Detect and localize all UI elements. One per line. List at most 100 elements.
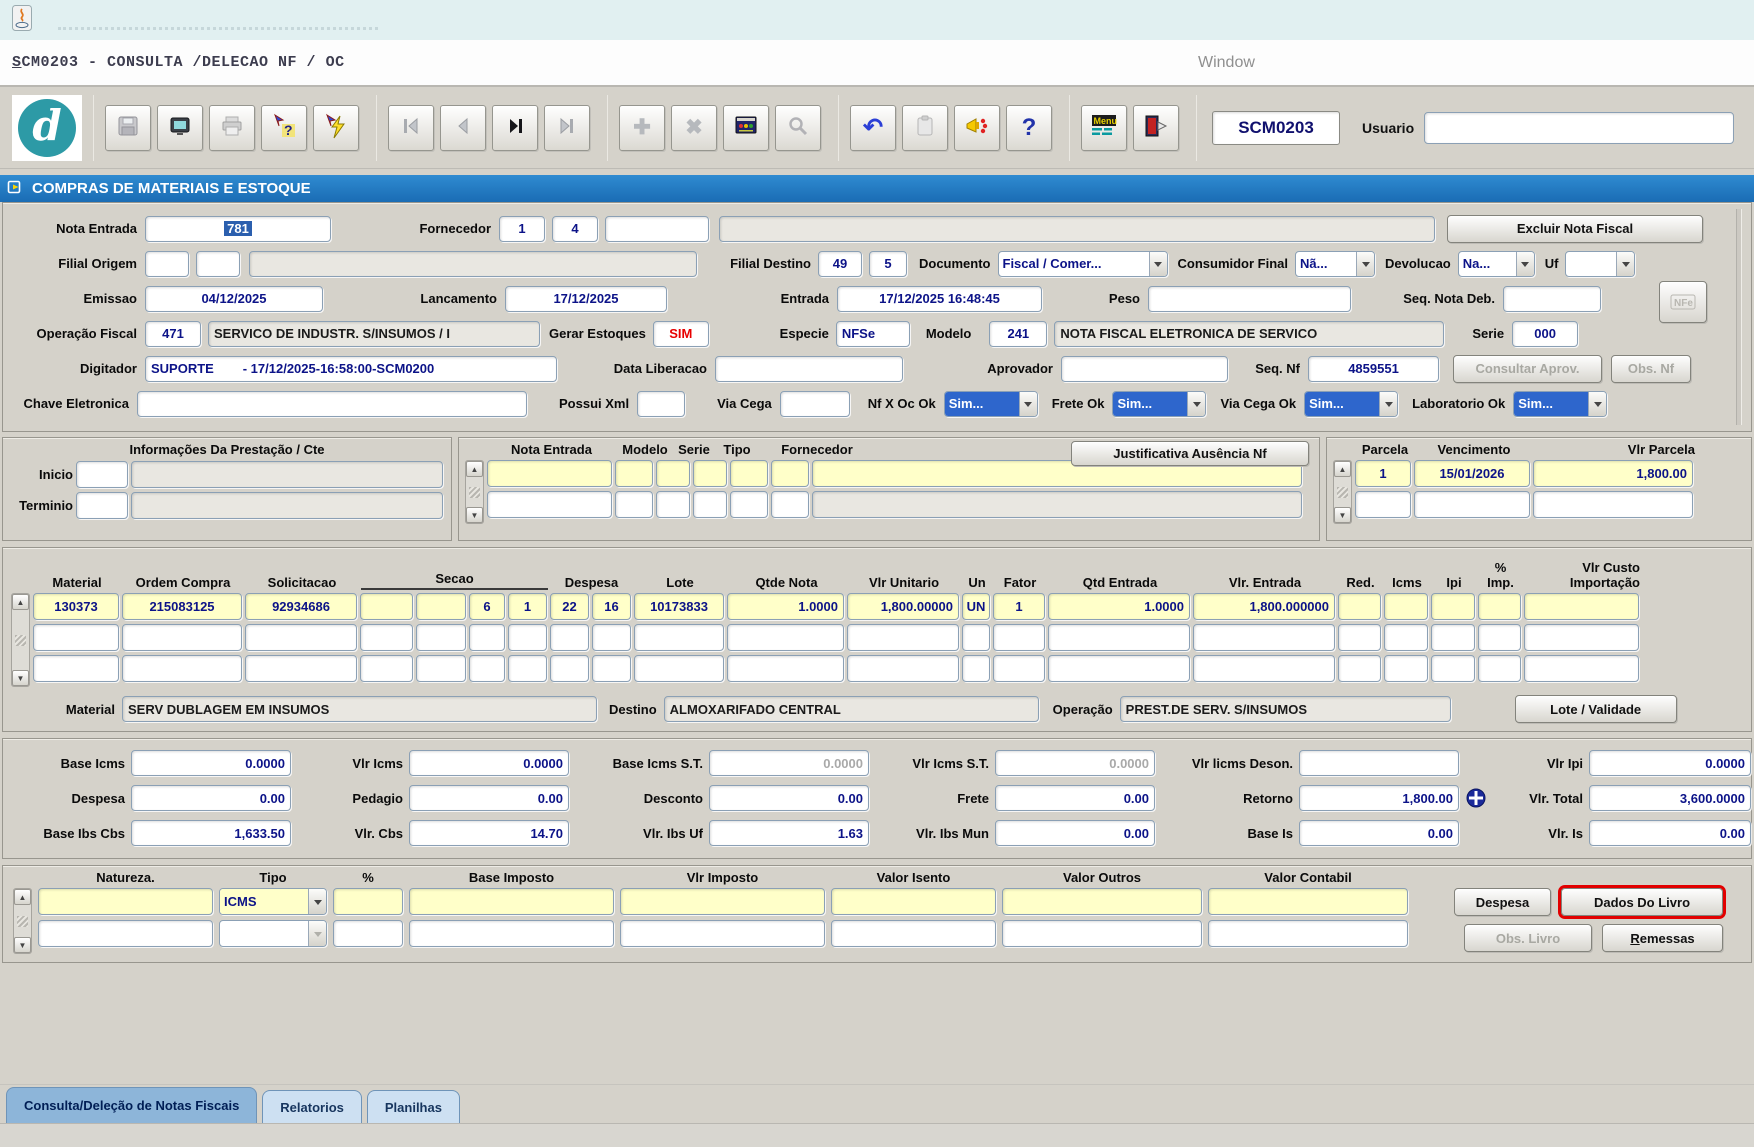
chevron-down-icon[interactable] xyxy=(1356,252,1374,276)
item-qtde-nota-cell[interactable]: 1.0000 xyxy=(727,593,844,620)
item-cell[interactable] xyxy=(508,655,547,682)
item-cell[interactable] xyxy=(1524,655,1639,682)
valor-outros-cell[interactable] xyxy=(1002,920,1202,947)
item-vlr-entrada-cell[interactable]: 1,800.000000 xyxy=(1193,593,1335,620)
exit-button[interactable] xyxy=(1133,105,1179,151)
item-cell[interactable] xyxy=(993,624,1045,651)
save-button[interactable] xyxy=(105,105,151,151)
item-cell[interactable] xyxy=(416,624,466,651)
nf-ref-nota-cell[interactable] xyxy=(487,491,612,518)
usuario-field[interactable] xyxy=(1424,112,1734,144)
via-cega-field[interactable] xyxy=(780,391,850,417)
item-cell[interactable] xyxy=(550,655,589,682)
fornecedor-name-field[interactable] xyxy=(719,216,1435,242)
add-record-button[interactable]: ✚ xyxy=(619,105,665,151)
digitador-field[interactable]: SUPORTE - 17/12/2025-16:58:00-SCM0200 xyxy=(145,356,557,382)
seq-nota-deb-field[interactable] xyxy=(1503,286,1601,312)
fornecedor-field-1[interactable]: 1 xyxy=(499,216,545,242)
nf-ref-forn2-cell[interactable] xyxy=(771,460,809,487)
item-cell[interactable] xyxy=(1193,655,1335,682)
devolucao-combo[interactable]: Na... xyxy=(1458,251,1535,277)
item-solicitacao-cell[interactable]: 92934686 xyxy=(245,593,357,620)
nf-ref-serie-cell[interactable] xyxy=(656,491,690,518)
retorno-plus-button[interactable] xyxy=(1459,787,1493,809)
valor-outros-cell[interactable] xyxy=(1002,888,1202,915)
vlr-ipi-field[interactable]: 0.0000 xyxy=(1589,750,1751,776)
item-cell[interactable] xyxy=(847,624,959,651)
item-cell[interactable] xyxy=(550,624,589,651)
nf-refs-scrollbar[interactable]: ▲▼ xyxy=(465,460,484,524)
base-icms-field[interactable]: 0.0000 xyxy=(131,750,291,776)
item-cell[interactable] xyxy=(1338,624,1381,651)
vlr-ibs-mun-field[interactable]: 0.00 xyxy=(995,820,1155,846)
base-imposto-cell[interactable] xyxy=(409,920,614,947)
nfe-button[interactable]: NFe xyxy=(1659,281,1707,323)
vlr-imposto-cell[interactable] xyxy=(620,920,825,947)
delete-record-button[interactable]: ✖ xyxy=(671,105,717,151)
item-cell[interactable] xyxy=(122,655,242,682)
modelo-code-field[interactable]: 241 xyxy=(989,321,1047,347)
laboratorio-ok-combo[interactable]: Sim... xyxy=(1513,391,1607,417)
vlr-parcela-cell[interactable]: 1,800.00 xyxy=(1533,460,1693,487)
nf-ref-forn1-cell[interactable] xyxy=(730,491,768,518)
via-cega-ok-combo[interactable]: Sim... xyxy=(1304,391,1398,417)
scroll-up-icon[interactable]: ▲ xyxy=(12,594,29,610)
justificativa-ausencia-button[interactable]: Justificativa Ausência Nf xyxy=(1071,441,1309,466)
print-button[interactable] xyxy=(209,105,255,151)
vlr-imposto-cell[interactable] xyxy=(620,888,825,915)
excluir-nota-fiscal-button[interactable]: Excluir Nota Fiscal xyxy=(1447,215,1703,243)
chevron-down-icon[interactable] xyxy=(1019,392,1037,416)
lote-validade-button[interactable]: Lote / Validade xyxy=(1515,695,1677,723)
nav-first-button[interactable] xyxy=(388,105,434,151)
item-secao4-cell[interactable]: 1 xyxy=(508,593,547,620)
vlr-icms-field[interactable]: 0.0000 xyxy=(409,750,569,776)
tab-relatorios[interactable]: Relatorios xyxy=(262,1090,362,1123)
percent-cell[interactable] xyxy=(333,920,403,947)
possui-xml-field[interactable] xyxy=(637,391,685,417)
vlr-parcela-cell[interactable] xyxy=(1533,491,1693,518)
inicio-field[interactable] xyxy=(76,461,128,488)
nf-ref-forn1-cell[interactable] xyxy=(730,460,768,487)
vlr-icms-deson-field[interactable] xyxy=(1299,750,1459,776)
tipo-combo[interactable] xyxy=(219,920,327,947)
gerar-estoques-field[interactable]: SIM xyxy=(653,321,709,347)
item-cell[interactable] xyxy=(360,624,413,651)
base-imposto-cell[interactable] xyxy=(409,888,614,915)
nav-prev-button[interactable] xyxy=(440,105,486,151)
retorno-field[interactable]: 1,800.00 xyxy=(1299,785,1459,811)
serie-field[interactable]: 000 xyxy=(1512,321,1578,347)
filial-origem-field-2[interactable] xyxy=(196,251,240,277)
nav-next-button[interactable] xyxy=(492,105,538,151)
filial-destino-field-2[interactable]: 5 xyxy=(869,251,907,277)
frete-field[interactable]: 0.00 xyxy=(995,785,1155,811)
run-button[interactable] xyxy=(313,105,359,151)
consumidor-final-combo[interactable]: Nã... xyxy=(1295,251,1375,277)
item-cell[interactable] xyxy=(634,624,724,651)
item-cell[interactable] xyxy=(469,655,505,682)
nota-entrada-field[interactable]: 781 xyxy=(145,216,331,242)
item-cell[interactable] xyxy=(33,624,119,651)
item-cell[interactable] xyxy=(416,655,466,682)
despesa-field[interactable]: 0.00 xyxy=(131,785,291,811)
tipo-combo[interactable]: ICMS xyxy=(219,888,327,915)
item-cell[interactable] xyxy=(508,624,547,651)
entrada-field[interactable]: 17/12/2025 16:48:45 xyxy=(837,286,1042,312)
vlr-cbs-field[interactable]: 14.70 xyxy=(409,820,569,846)
item-cell[interactable] xyxy=(592,624,631,651)
item-vlr-unitario-cell[interactable]: 1,800.00000 xyxy=(847,593,959,620)
menu-button[interactable]: Menu xyxy=(1081,105,1127,151)
item-cell[interactable] xyxy=(727,655,844,682)
scroll-down-icon[interactable]: ▼ xyxy=(14,937,31,953)
item-cell[interactable] xyxy=(1384,624,1428,651)
terminio-field[interactable] xyxy=(76,492,128,519)
item-cell[interactable] xyxy=(634,655,724,682)
item-custo-cell[interactable] xyxy=(1524,593,1639,620)
base-icms-st-field[interactable]: 0.0000 xyxy=(709,750,869,776)
scroll-down-icon[interactable]: ▼ xyxy=(1334,507,1351,523)
help-button[interactable]: ? xyxy=(1006,105,1052,151)
item-cell[interactable] xyxy=(1338,655,1381,682)
window-menu[interactable]: Window xyxy=(1198,54,1255,72)
search-button[interactable] xyxy=(775,105,821,151)
vlr-is-field[interactable]: 0.00 xyxy=(1589,820,1751,846)
natureza-scrollbar[interactable]: ▲▼ xyxy=(13,888,32,954)
